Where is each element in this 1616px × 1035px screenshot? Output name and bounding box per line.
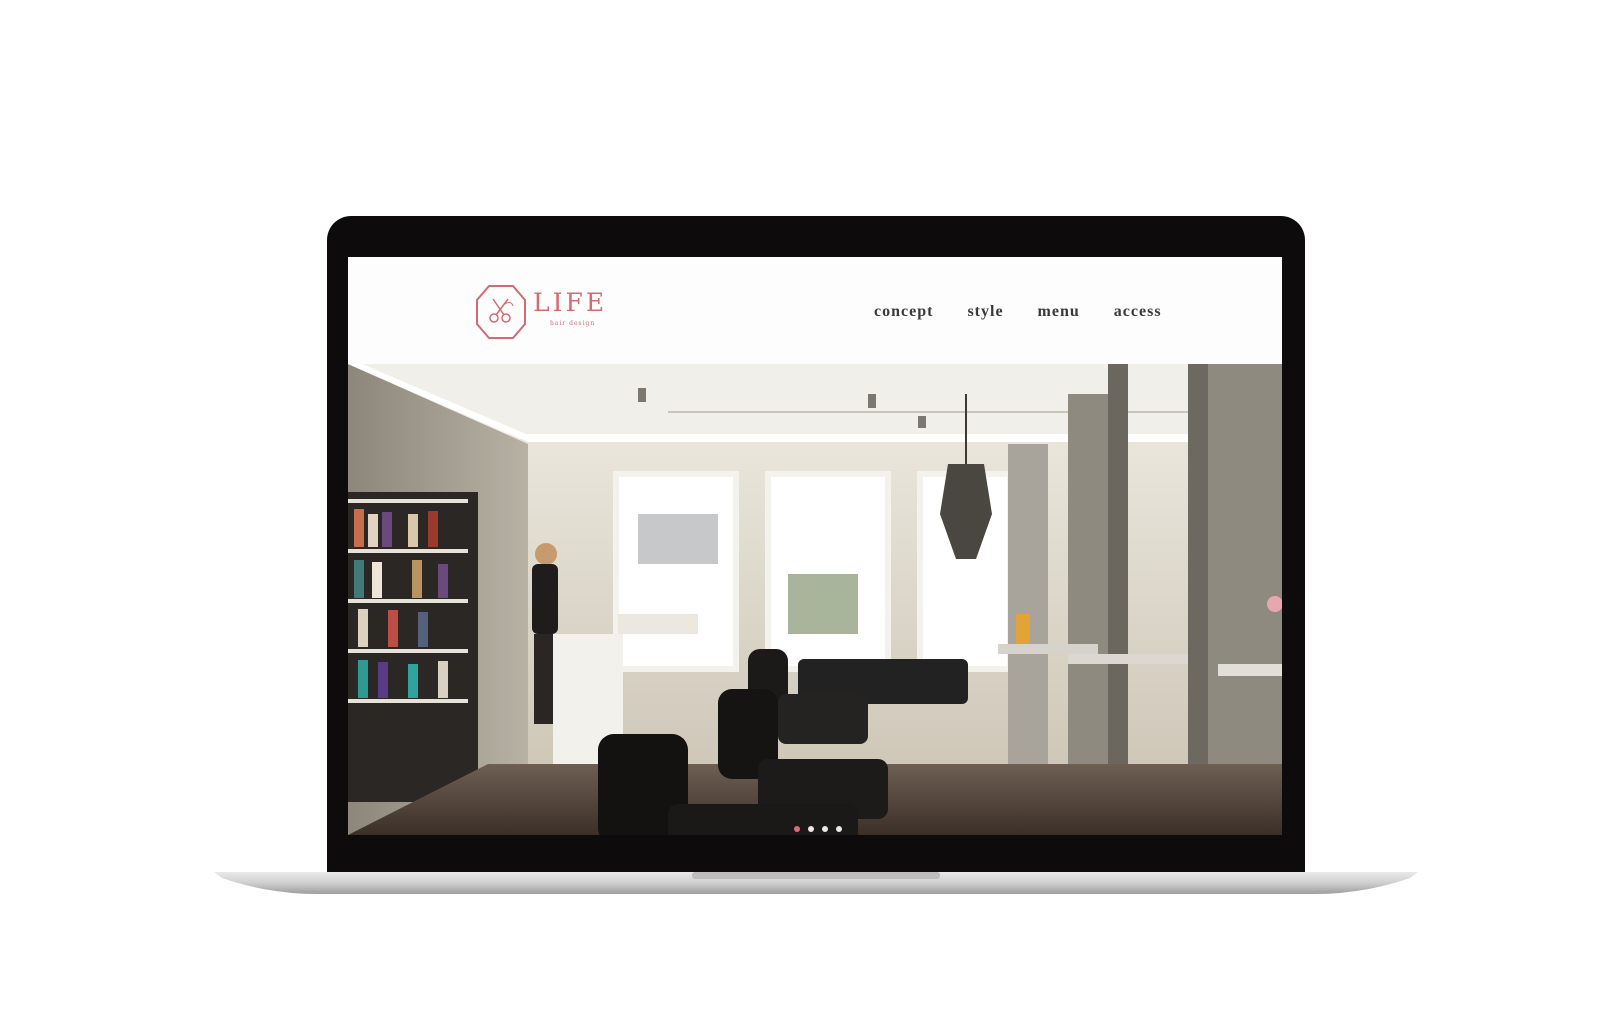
site-header: LIFE hair design concept style menu acce… bbox=[348, 257, 1282, 364]
nav-item-access[interactable]: access bbox=[1114, 303, 1162, 321]
slideshow-pagination bbox=[794, 826, 842, 832]
slide-dot-3[interactable] bbox=[822, 826, 828, 832]
hero-slideshow bbox=[348, 364, 1282, 835]
logo-wordmark: LIFE bbox=[533, 288, 608, 317]
logo-tagline: hair design bbox=[550, 320, 596, 327]
nav-item-menu[interactable]: menu bbox=[1038, 303, 1080, 321]
site-logo[interactable]: LIFE hair design bbox=[475, 284, 605, 344]
nav-item-concept[interactable]: concept bbox=[874, 303, 933, 321]
laptop-base bbox=[214, 872, 1418, 894]
slide-dot-1[interactable] bbox=[794, 826, 800, 832]
main-nav: concept style menu access bbox=[874, 303, 1196, 321]
nav-item-style[interactable]: style bbox=[967, 303, 1003, 321]
hero-image bbox=[348, 364, 1282, 835]
slide-dot-4[interactable] bbox=[836, 826, 842, 832]
laptop-screen: LIFE hair design concept style menu acce… bbox=[348, 257, 1282, 835]
scissors-icon bbox=[476, 285, 526, 339]
slide-dot-2[interactable] bbox=[808, 826, 814, 832]
